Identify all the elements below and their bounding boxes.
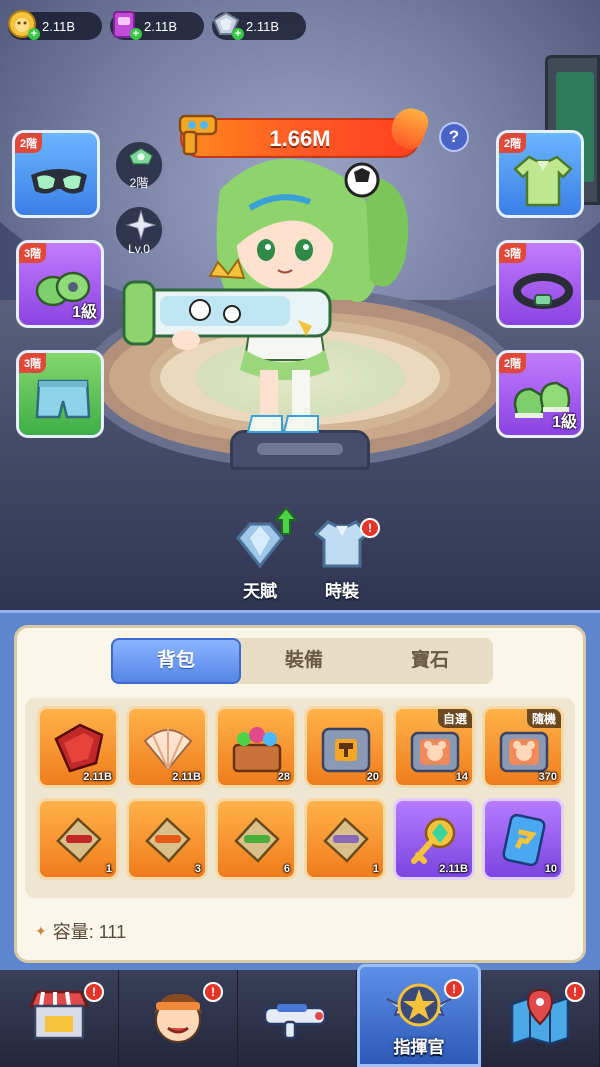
slot-shoes[interactable]: 2階 1級 — [496, 350, 584, 438]
gun-puzzle-icon — [56, 817, 102, 863]
item-count: 10 — [544, 863, 557, 875]
inventory-item[interactable]: 2.11B — [393, 798, 475, 880]
item-count: 2.11B — [172, 771, 201, 783]
item-count: 6 — [283, 863, 290, 875]
item-count: 14 — [455, 771, 468, 783]
shop-alert-badge: ! — [84, 982, 104, 1002]
book-amount: 2.11B — [144, 18, 178, 34]
add-gold-icon[interactable]: + — [28, 28, 40, 40]
costume-button[interactable]: ! 時裝 — [302, 518, 382, 602]
bag-capacity-text: 容量: 111 — [52, 922, 127, 942]
slot-level: 1級 — [552, 414, 577, 431]
slot-tier-tag: 3階 — [499, 243, 527, 263]
map-alert-badge: ! — [565, 982, 585, 1002]
slot-tier-tag: 2階 — [499, 133, 527, 153]
slot-gloves[interactable]: 3階 1級 — [16, 240, 104, 328]
inventory-item[interactable]: 1 — [37, 798, 119, 880]
nav-shop[interactable]: ! — [0, 970, 119, 1067]
item-count: 1 — [372, 863, 379, 875]
nav-hero[interactable]: ! — [119, 970, 238, 1067]
resource-bar: + 2.11B + 2.11B + 2.11B — [8, 10, 306, 40]
add-book-icon[interactable]: + — [130, 28, 142, 40]
card-icon — [502, 813, 546, 867]
help-button[interactable]: ? — [439, 122, 469, 152]
item-count: 1 — [105, 863, 112, 875]
gun-puzzle-icon — [234, 817, 280, 863]
nav-commander[interactable]: ! 指揮官 — [357, 964, 481, 1067]
item-count: 3 — [194, 863, 201, 875]
slot-tier-tag: 3階 — [19, 243, 47, 263]
tab-equipment[interactable]: 裝備 — [241, 638, 367, 684]
bag-capacity: ✦ 容量: 111 — [35, 918, 126, 944]
slot-tier-tag: 2階 — [15, 133, 43, 153]
belt-icon — [513, 273, 573, 309]
inventory-item[interactable]: 自選 14 — [393, 706, 475, 788]
power-gun-icon — [178, 114, 218, 156]
add-armor-shard-icon[interactable]: + — [232, 28, 244, 40]
slot-tier-tag: 3階 — [19, 353, 47, 373]
gun-puzzle-icon — [323, 817, 369, 863]
shorts-icon — [35, 379, 91, 419]
inventory-item[interactable]: 2.11B — [37, 706, 119, 788]
slot-shirt[interactable]: 2階 — [496, 130, 584, 218]
costume-label: 時裝 — [325, 582, 359, 601]
hero-alert-badge: ! — [203, 982, 223, 1002]
inventory-tabs: 背包 裝備 寶石 — [111, 638, 493, 684]
hero-character[interactable] — [120, 150, 450, 440]
emerald-key-icon — [411, 817, 456, 864]
inventory-item[interactable]: 6 — [215, 798, 297, 880]
slot-goggles[interactable]: 2階 — [12, 130, 100, 218]
red-fabric-icon — [54, 723, 104, 773]
inventory-item[interactable]: 28 — [215, 706, 297, 788]
slot-tier-tag: 2階 — [499, 353, 527, 373]
resource-book[interactable]: + 2.11B — [110, 11, 204, 40]
slot-level: 1級 — [72, 304, 97, 321]
combat-power-bar: 1.66M — [178, 112, 420, 158]
slot-shorts[interactable]: 3階 — [16, 350, 104, 438]
gold-amount: 2.11B — [42, 18, 76, 34]
random-tag: 隨機 — [526, 709, 561, 728]
inventory-item[interactable]: 2.11B — [126, 706, 208, 788]
inventory-item[interactable]: 3 — [126, 798, 208, 880]
talent-button[interactable]: 天賦 — [220, 506, 300, 602]
choice-tag: 自選 — [437, 709, 472, 728]
tab-gems[interactable]: 寶石 — [367, 638, 493, 684]
nav-weapon[interactable] — [238, 970, 357, 1067]
upgrade-arrow-icon — [274, 506, 298, 535]
shell-icon — [143, 729, 193, 771]
commander-label: 指揮官 — [393, 1038, 445, 1057]
inventory-panel: 背包 裝備 寶石 2.11B 2.11B 28 20 自選 14 隨機 370 … — [14, 625, 586, 963]
item-count: 28 — [277, 771, 290, 783]
inventory-grid: 2.11B 2.11B 28 20 自選 14 隨機 370 1 3 6 1 2… — [25, 698, 575, 898]
shirt-icon — [513, 155, 573, 207]
inventory-item[interactable]: 隨機 370 — [482, 706, 564, 788]
inventory-panel-frame: 背包 裝備 寶石 2.11B 2.11B 28 20 自選 14 隨機 370 … — [0, 610, 600, 970]
bottom-nav: ! ! ! 指揮官 ! — [0, 964, 600, 1067]
blaster-gun-icon — [263, 1004, 327, 1040]
nav-map[interactable]: ! — [481, 970, 600, 1067]
talent-label: 天賦 — [243, 582, 277, 601]
inventory-item[interactable]: 20 — [304, 706, 386, 788]
item-count: 20 — [366, 771, 379, 783]
armor-shard-amount: 2.11B — [246, 18, 280, 34]
slot-belt[interactable]: 3階 — [496, 240, 584, 328]
sparkle-icon: ✦ — [35, 922, 47, 939]
hammer-box-icon — [321, 727, 371, 773]
gun-puzzle-icon — [145, 817, 191, 863]
commander-alert-badge: ! — [444, 979, 464, 999]
costume-alert-badge: ! — [360, 518, 380, 538]
goggles-icon — [31, 169, 87, 194]
inventory-item[interactable]: 1 — [304, 798, 386, 880]
resource-armor-shard[interactable]: + 2.11B — [212, 11, 306, 40]
item-count: 2.11B — [83, 771, 112, 783]
resource-gold[interactable]: + 2.11B — [8, 10, 102, 40]
gem-chest-icon — [232, 727, 282, 773]
tab-backpack[interactable]: 背包 — [111, 638, 241, 684]
item-count: 370 — [538, 771, 557, 783]
item-count: 2.11B — [439, 863, 468, 875]
inventory-item[interactable]: 10 — [482, 798, 564, 880]
